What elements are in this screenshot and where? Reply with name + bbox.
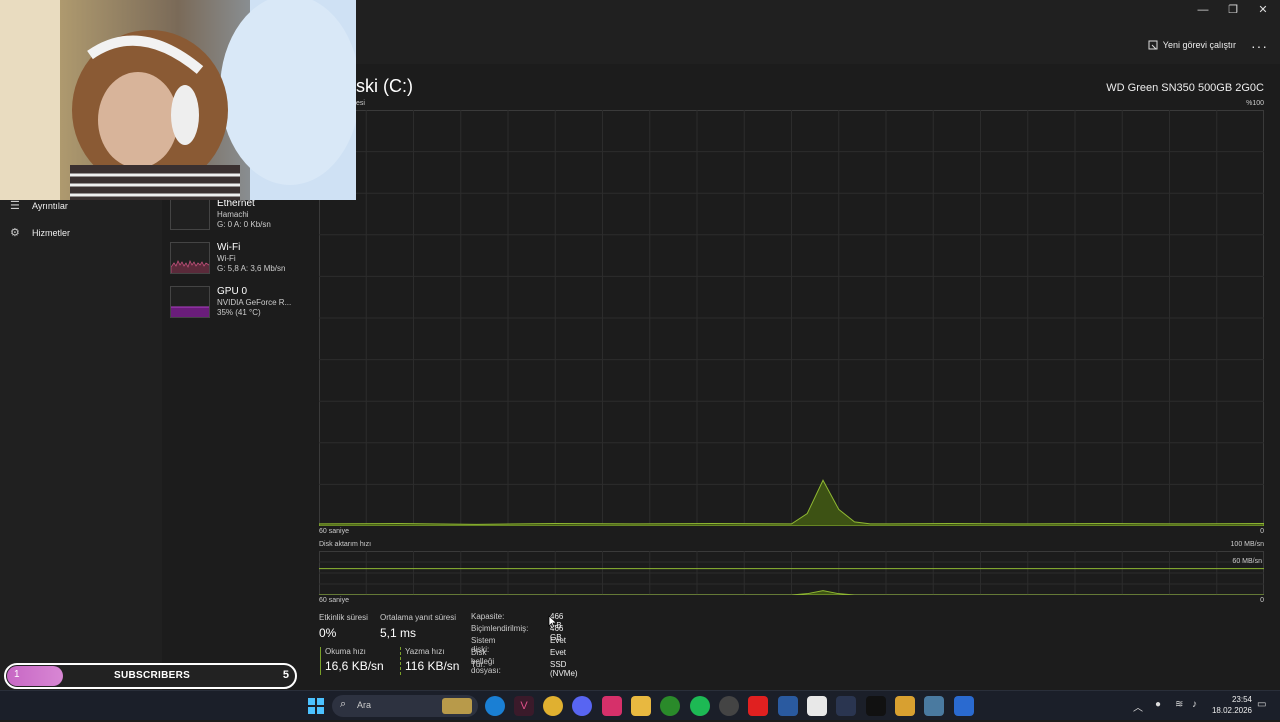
active-time-label: Etkinlik süresi [319, 613, 368, 622]
write-speed-label: Yazma hızı [405, 647, 445, 656]
avg-response-value: 5,1 ms [380, 626, 417, 640]
instagram-icon[interactable] [602, 696, 622, 716]
active-time-chart [319, 110, 1264, 526]
start-icon[interactable] [306, 696, 326, 716]
steam-icon[interactable] [836, 696, 856, 716]
subscriber-label: SUBSCRIBERS [114, 670, 191, 681]
property-value: Evet [550, 648, 567, 657]
webcam-overlay [0, 0, 356, 200]
minimize-button[interactable]: — [1188, 0, 1218, 20]
property-value: SSD (NVMe) [550, 660, 578, 678]
weather-icon[interactable] [442, 698, 472, 714]
read-speed-value: 16,6 KB/sn [325, 659, 384, 673]
folder-icon[interactable] [631, 696, 651, 716]
subscriber-counter-overlay: 1 SUBSCRIBERS 5 [4, 663, 297, 689]
nav-item-label: Ayrıntılar [32, 201, 68, 211]
write-speed-value: 116 KB/sn [405, 659, 460, 673]
device-gpu[interactable]: GPU 0 NVIDIA GeForce R... 35% (41 °C) [170, 286, 310, 326]
device-subtitle: Wi-Fi [217, 254, 236, 263]
device-value: G: 5,8 A: 3,6 Mb/sn [217, 264, 286, 273]
property-value: Evet [550, 636, 567, 645]
nav-item-services[interactable]: ⚙ Hizmetler [10, 227, 70, 239]
maximize-button[interactable]: ❐ [1218, 0, 1248, 20]
nav-item-details[interactable]: ☰ Ayrıntılar [10, 200, 68, 212]
tiktok-icon[interactable] [866, 696, 886, 716]
notification-icon[interactable]: ▭ [1257, 699, 1266, 710]
microphone-icon[interactable]: ● [1155, 699, 1161, 710]
device-value: 35% (41 °C) [217, 308, 261, 317]
page-title: ski (C:) [356, 76, 413, 96]
discord-icon[interactable] [572, 696, 592, 716]
transfer-max-label: 100 MB/sn [1230, 541, 1264, 548]
chart-min-label: 0 [1260, 597, 1264, 604]
services-icon: ⚙ [10, 227, 20, 239]
device-wifi[interactable]: Wi-Fi Wi-Fi G: 5,8 A: 3,6 Mb/sn [170, 242, 310, 282]
device-name: GPU 0 [217, 286, 248, 297]
taskbar-search[interactable]: ⌕ Ara [332, 695, 478, 717]
device-name: Wi-Fi [217, 242, 241, 253]
list-icon: ☰ [10, 200, 20, 212]
xbox-icon[interactable] [660, 696, 680, 716]
device-ethernet[interactable]: Ethernet Hamachi G: 0 A: 0 Kb/sn [170, 198, 310, 238]
edge-icon[interactable] [485, 696, 505, 716]
mouse-cursor-icon [548, 615, 558, 629]
app-icon[interactable]: V [514, 696, 534, 716]
active-time-axis-label: esi [356, 100, 365, 107]
property-key: Biçimlendirilmiş: [471, 624, 529, 633]
more-options-button[interactable]: ··· [1251, 38, 1268, 54]
device-subtitle: NVIDIA GeForce R... [217, 298, 292, 307]
device-subtitle: Hamachi [217, 210, 249, 219]
property-key: Kapasite: [471, 612, 505, 621]
taskmanager-icon[interactable] [954, 696, 974, 716]
active-time-value: 0% [319, 626, 337, 640]
spotify-icon[interactable] [690, 696, 710, 716]
ethernet-thumbnail [170, 198, 210, 230]
wifi-thumbnail [170, 242, 210, 274]
nav-item-label: Hizmetler [32, 228, 71, 238]
gpu-thumbnail [170, 286, 210, 318]
search-icon: ⌕ [340, 698, 347, 710]
subscriber-count-right: 5 [282, 669, 289, 681]
run-new-task-button[interactable]: Yeni görevi çalıştır [1148, 40, 1236, 50]
transfer-rate-label: Disk aktarım hızı [319, 541, 372, 548]
clock-date: 18.02.2026 [1211, 706, 1252, 715]
app-icon[interactable] [895, 696, 915, 716]
app-icon[interactable] [719, 696, 739, 716]
notepad-icon[interactable] [807, 696, 827, 716]
chart-max-label: %100 [1246, 100, 1264, 107]
run-task-label: Yeni görevi çalıştır [1162, 40, 1236, 50]
chevron-up-icon[interactable]: ︿ [1133, 699, 1143, 714]
search-placeholder: Ara [357, 700, 372, 710]
read-speed-label: Okuma hızı [325, 647, 366, 656]
chart-min-label: 0 [1260, 528, 1264, 535]
settings-icon[interactable] [924, 696, 944, 716]
webcam-image [0, 0, 356, 200]
transfer-line-label: 60 MB/sn [1232, 558, 1262, 565]
chart-time-label: 60 saniye [319, 597, 349, 604]
transfer-rate-chart [319, 551, 1264, 595]
close-button[interactable]: ✕ [1248, 0, 1278, 20]
wifi-icon[interactable]: ≋ [1175, 699, 1183, 710]
device-value: G: 0 A: 0 Kb/sn [217, 220, 271, 229]
mail-icon[interactable] [778, 696, 798, 716]
taskbar: ⌕ Ara V ︿ ● ≋ ♪ 23:54 18.02.2026 ▭ [0, 690, 1280, 720]
property-key: Tür: [471, 660, 486, 669]
youtube-icon[interactable] [748, 696, 768, 716]
write-indicator-bar [400, 647, 401, 675]
read-indicator-bar [320, 647, 321, 675]
chart-time-label: 60 saniye [319, 528, 349, 535]
run-task-icon [1148, 40, 1158, 50]
disk-model: WD Green SN350 500GB 2G0C [1106, 82, 1264, 94]
clock-time: 23:54 [1231, 695, 1252, 704]
clock[interactable]: 23:54 18.02.2026 [1212, 694, 1252, 716]
avg-response-label: Ortalama yanıt süresi [380, 613, 457, 622]
subscriber-count-left: 1 [14, 669, 20, 680]
chrome-icon[interactable] [543, 696, 563, 716]
volume-icon[interactable]: ♪ [1192, 699, 1197, 710]
